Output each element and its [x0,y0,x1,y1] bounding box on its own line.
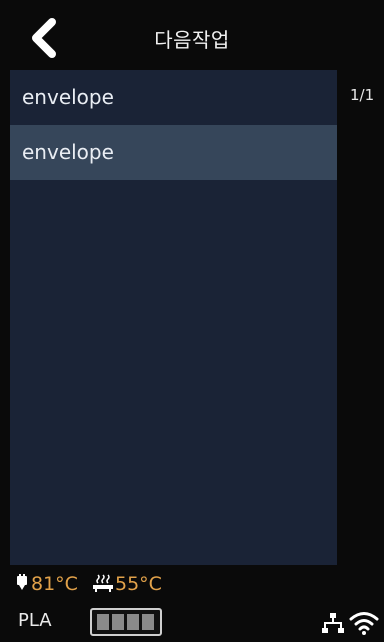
header: 다음작업 [0,0,384,70]
list-item-label: envelope [22,140,114,164]
filament-segment [112,614,124,630]
printer-screen: 다음작업 envelope envelope 1/1 81°C 55°C PLA [0,0,384,642]
nozzle-icon [17,574,27,590]
bed-temp: 55°C [115,573,162,595]
nozzle-temp: 81°C [31,573,78,595]
filament-level-icon [90,608,162,636]
page-title: 다음작업 [154,28,230,52]
page-indicator: 1/1 [350,86,375,104]
heated-bed-icon [93,574,113,592]
filament-segment [97,614,109,630]
footer: PLA [0,604,384,642]
job-list[interactable]: envelope envelope [10,70,337,565]
filament-segment [142,614,154,630]
material-label: PLA [18,610,52,631]
list-item[interactable]: envelope [10,70,337,125]
list-item-selected[interactable]: envelope [10,125,337,180]
wifi-icon [349,612,379,635]
temperature-status: 81°C 55°C [0,568,384,598]
list-item-label: envelope [22,85,114,109]
filament-segment [127,614,139,630]
